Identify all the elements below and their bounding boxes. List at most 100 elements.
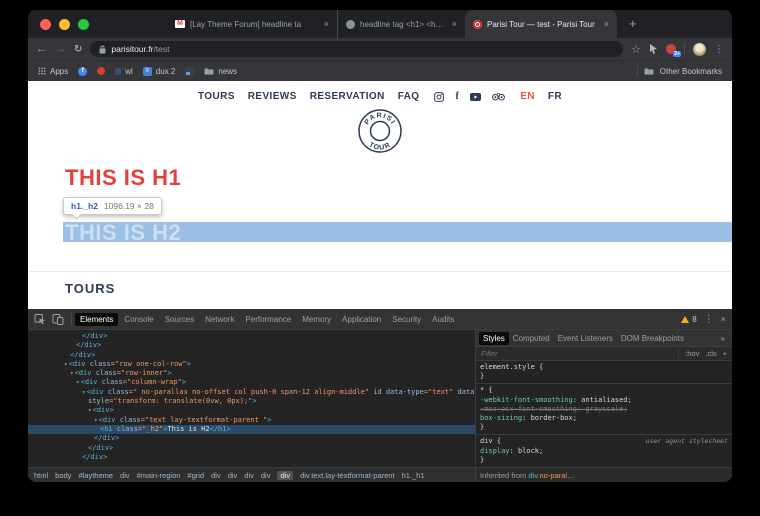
css-rule[interactable]: element.style {}: [476, 361, 732, 384]
breadcrumb-item[interactable]: #main-region: [137, 471, 181, 480]
dom-node[interactable]: </div>: [28, 434, 475, 443]
apps-shortcut[interactable]: Apps: [38, 67, 68, 76]
site-nav-reviews[interactable]: REVIEWS: [248, 91, 297, 102]
forward-icon[interactable]: →: [55, 44, 66, 55]
bookmark-star-icon[interactable]: ☆: [631, 43, 641, 56]
facebook-icon[interactable]: f: [455, 91, 459, 102]
other-bookmarks[interactable]: Other Bookmarks: [637, 65, 722, 77]
tab-headline-bug[interactable]: headline tag <h1> <h2> bug | L ×: [337, 10, 465, 38]
dom-node[interactable]: style="transform: translate(0vw, 0px);">: [28, 397, 475, 406]
css-rule[interactable]: * { -webkit-font-smoothing: antialiased;…: [476, 384, 732, 435]
dom-node-selected[interactable]: <h1 class="_h2">This is H2</h1>: [28, 425, 475, 434]
breadcrumb-item[interactable]: #grid: [187, 471, 204, 480]
breadcrumb-item[interactable]: body: [55, 471, 71, 480]
reload-icon[interactable]: ↻: [74, 44, 82, 55]
dom-node[interactable]: ▾<div class="row one-col-row">: [28, 360, 475, 369]
lang-en[interactable]: EN: [520, 91, 535, 102]
breadcrumb-item[interactable]: #laytheme: [78, 471, 113, 480]
dom-node[interactable]: ▾<div class="column-wrap">: [28, 378, 475, 387]
devtools-tab-sources[interactable]: Sources: [160, 313, 199, 326]
devtools-menu-icon[interactable]: ⋮: [704, 314, 714, 325]
dom-node[interactable]: ▾<div class=" no-parallax no-offset col …: [28, 388, 475, 397]
parisi-favicon-icon: [473, 20, 482, 29]
breadcrumb-item[interactable]: div: [211, 471, 221, 480]
breadcrumb-item[interactable]: div: [277, 471, 293, 480]
pointer-extension-icon[interactable]: [649, 44, 658, 54]
breadcrumb-item[interactable]: div: [244, 471, 254, 480]
bookmark-wl[interactable]: wl: [115, 67, 133, 76]
toggle-hov[interactable]: :hov: [685, 349, 699, 358]
styles-tab-computed[interactable]: Computed: [509, 332, 554, 345]
instagram-icon[interactable]: [434, 92, 444, 102]
youtube-icon[interactable]: [470, 93, 481, 101]
dom-node[interactable]: </div>: [28, 341, 475, 350]
devtools-tab-memory[interactable]: Memory: [297, 313, 336, 326]
device-toolbar-icon[interactable]: [52, 313, 64, 325]
apps-label: Apps: [50, 67, 68, 76]
dom-node[interactable]: ▾<div class="text lay-textformat-parent …: [28, 416, 475, 425]
minimize-window-icon[interactable]: [59, 19, 70, 30]
ads-extension-icon[interactable]: 2+: [666, 44, 676, 54]
dom-node[interactable]: </div>: [28, 332, 475, 341]
bookmark-facebook-icon[interactable]: f: [78, 67, 87, 76]
more-tabs-icon[interactable]: »: [721, 334, 729, 343]
stylesheet-source-link[interactable]: user agent stylesheet: [646, 437, 728, 446]
styles-tab-dom-breakpoints[interactable]: DOM Breakpoints: [617, 332, 688, 345]
address-bar[interactable]: parisitour.fr/test: [90, 41, 623, 57]
bookmark-dux[interactable]: ≡ dux 2: [143, 67, 176, 76]
devtools-tab-security[interactable]: Security: [387, 313, 426, 326]
browser-menu-icon[interactable]: ⋮: [714, 44, 724, 55]
devtools-tab-elements[interactable]: Elements: [75, 313, 118, 326]
site-nav-faq[interactable]: FAQ: [398, 91, 420, 102]
bookmark-red-icon[interactable]: [97, 67, 105, 75]
css-rule[interactable]: user agent stylesheetdiv { display: bloc…: [476, 435, 732, 468]
console-warnings[interactable]: 8: [681, 315, 696, 324]
breadcrumb-item[interactable]: div: [261, 471, 271, 480]
devtools-close-icon[interactable]: ×: [721, 314, 726, 324]
tripadvisor-icon[interactable]: [492, 93, 505, 101]
back-icon[interactable]: ←: [36, 44, 47, 55]
bookmark-dark-icon[interactable]: [185, 67, 194, 76]
styles-tab-styles[interactable]: Styles: [479, 332, 509, 345]
profile-avatar[interactable]: [693, 43, 706, 56]
breadcrumb-item[interactable]: div: [120, 471, 130, 480]
dom-node[interactable]: ▾<div class="row-inner">: [28, 369, 475, 378]
zoom-window-icon[interactable]: [78, 19, 89, 30]
social-icons: f: [434, 91, 505, 102]
toggle-cls[interactable]: .cls: [705, 349, 716, 358]
breadcrumb-item[interactable]: h1._h1: [402, 471, 425, 480]
devtools-tab-performance[interactable]: Performance: [240, 313, 296, 326]
devtools-tab-audits[interactable]: Audits: [427, 313, 459, 326]
close-tab-icon[interactable]: ×: [604, 19, 609, 29]
bookmark-news-folder[interactable]: news: [204, 67, 237, 76]
page-h2: THIS IS H2: [65, 220, 181, 246]
devtools-toolbar-right: 8 ⋮ ×: [681, 314, 726, 325]
inspect-highlight[interactable]: THIS IS H2: [63, 222, 732, 242]
close-tab-icon[interactable]: ×: [452, 19, 457, 29]
dom-node[interactable]: </div>: [28, 351, 475, 360]
devtools-tab-console[interactable]: Console: [119, 313, 158, 326]
new-style-rule-button[interactable]: +: [723, 349, 727, 358]
dom-node[interactable]: </div>: [28, 444, 475, 453]
close-tab-icon[interactable]: ×: [324, 19, 329, 29]
inspect-element-icon[interactable]: [34, 313, 46, 325]
devtools-tab-application[interactable]: Application: [337, 313, 386, 326]
devtools-tab-network[interactable]: Network: [200, 313, 239, 326]
new-tab-button[interactable]: +: [629, 10, 637, 38]
lang-fr[interactable]: FR: [548, 91, 562, 102]
filter-input[interactable]: Filter: [481, 349, 498, 358]
breadcrumb-item[interactable]: html: [34, 471, 48, 480]
site-nav-tours[interactable]: TOURS: [198, 91, 235, 102]
breadcrumb-item[interactable]: div: [228, 471, 238, 480]
tab-lay-theme-forum[interactable]: M [Lay Theme Forum] headline ta ×: [167, 10, 337, 38]
dom-node[interactable]: </div>: [28, 453, 475, 462]
close-window-icon[interactable]: [40, 19, 51, 30]
site-nav-reservation[interactable]: RESERVATION: [310, 91, 385, 102]
dom-node[interactable]: ▾<div>: [28, 406, 475, 415]
parisi-tour-logo[interactable]: PARISI TOUR: [357, 108, 403, 154]
tab-parisi-tour-active[interactable]: Parisi Tour — test - Parisi Tour ×: [465, 10, 617, 38]
styles-tab-event-listeners[interactable]: Event Listeners: [554, 332, 617, 345]
breadcrumb-item[interactable]: div.text.lay-textformat-parent: [300, 471, 394, 480]
bookmark-wl-icon: [115, 68, 121, 75]
elements-panel: </div></div></div>▾<div class="row one-c…: [28, 330, 476, 482]
